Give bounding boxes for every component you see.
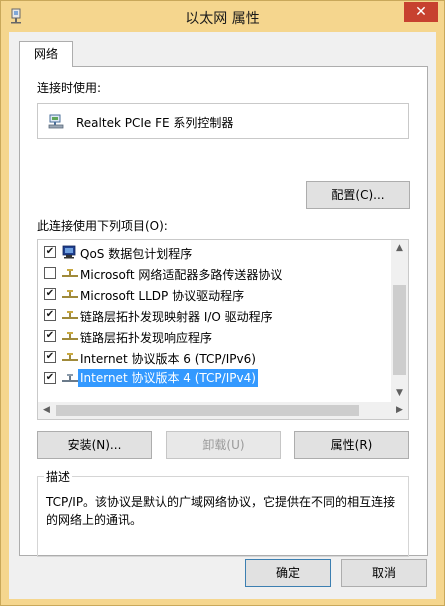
network-adapter-icon	[48, 114, 64, 129]
network-tab-panel: 连接时使用: Realtek PCIe FE 系列控制器 配置(C)... 此连…	[19, 66, 428, 557]
connect-using-label: 连接时使用:	[37, 81, 102, 95]
uninstall-button[interactable]: 卸载(U)	[166, 431, 281, 459]
scroll-down-icon[interactable]: ▼	[391, 385, 408, 402]
description-text: TCP/IP。该协议是默认的广域网络协议，它提供在不同的相互连接的网络上的通讯。	[46, 495, 396, 527]
vertical-scrollbar[interactable]: ▲ ▼	[391, 240, 408, 402]
qos-icon	[62, 245, 76, 259]
tab-label: 网络	[33, 47, 58, 61]
protocol-icon	[62, 269, 78, 277]
description-group: 描述 TCP/IP。该协议是默认的广域网络协议，它提供在不同的相互连接的网络上的…	[37, 468, 409, 557]
protocol-icon	[62, 290, 78, 298]
cancel-button-label: 取消	[371, 566, 396, 580]
properties-button-label: 属性(R)	[330, 438, 373, 452]
properties-button[interactable]: 属性(R)	[294, 431, 409, 459]
checkbox[interactable]: ✔	[44, 288, 56, 300]
window-title: 以太网 属性	[185, 11, 260, 27]
title-bar[interactable]: 以太网 属性 ✕	[1, 1, 444, 32]
components-list[interactable]: ✔ QoS 数据包计划程序 Microsoft 网络适配器多路传送器协议 ✔ M…	[37, 239, 409, 420]
close-button[interactable]: ✕	[404, 2, 438, 22]
cancel-button[interactable]: 取消	[341, 559, 427, 587]
horizontal-scrollbar[interactable]: ◀ ▶	[38, 402, 408, 419]
list-item-label: Microsoft LLDP 协议驱动程序	[80, 289, 245, 303]
list-item-label: Internet 协议版本 4 (TCP/IPv4)	[78, 369, 258, 387]
dialog-client-area: 网络 连接时使用: Realtek PCIe FE 系列控制器 配置(C)...…	[9, 32, 436, 599]
uninstall-button-label: 卸载(U)	[202, 438, 245, 452]
checkbox[interactable]: ✔	[44, 246, 56, 258]
list-item[interactable]: Microsoft 网络适配器多路传送器协议	[38, 263, 390, 284]
list-item[interactable]: ✔ 链路层拓扑发现映射器 I/O 驱动程序	[38, 305, 390, 326]
list-item[interactable]: ✔ 链路层拓扑发现响应程序	[38, 326, 390, 347]
list-item-label: Internet 协议版本 6 (TCP/IPv6)	[80, 352, 256, 366]
list-item-label: QoS 数据包计划程序	[80, 247, 193, 261]
ok-button[interactable]: 确定	[245, 559, 331, 587]
checkbox[interactable]: ✔	[44, 330, 56, 342]
horizontal-scroll-thumb[interactable]	[56, 405, 359, 416]
properties-window: 以太网 属性 ✕ 网络 连接时使用: Realtek PCIe FE 系列控制器…	[0, 0, 445, 606]
adapter-name: Realtek PCIe FE 系列控制器	[76, 116, 234, 130]
configure-button[interactable]: 配置(C)...	[306, 181, 410, 209]
list-item[interactable]: ✔ Microsoft LLDP 协议驱动程序	[38, 284, 390, 305]
scroll-right-icon[interactable]: ▶	[391, 402, 408, 419]
list-item-selected[interactable]: ✔ Internet 协议版本 4 (TCP/IPv4)	[38, 368, 390, 389]
checkbox[interactable]: ✔	[44, 351, 56, 363]
checkbox[interactable]: ✔	[44, 372, 56, 384]
adapter-box: Realtek PCIe FE 系列控制器	[37, 103, 409, 139]
checkbox[interactable]: ✔	[44, 309, 56, 321]
list-item-label: Microsoft 网络适配器多路传送器协议	[80, 268, 283, 282]
scroll-up-icon[interactable]: ▲	[391, 240, 408, 257]
list-item-label: 链路层拓扑发现响应程序	[80, 331, 213, 345]
vertical-scroll-thumb[interactable]	[393, 285, 406, 375]
install-button-label: 安装(N)...	[67, 438, 122, 452]
configure-button-label: 配置(C)...	[331, 188, 385, 202]
description-title: 描述	[44, 468, 73, 485]
protocol-icon	[62, 374, 78, 382]
ok-button-label: 确定	[275, 566, 300, 580]
protocol-icon	[62, 353, 78, 361]
list-item[interactable]: ✔ QoS 数据包计划程序	[38, 242, 390, 263]
list-item-label: 链路层拓扑发现映射器 I/O 驱动程序	[80, 310, 273, 324]
tab-network[interactable]: 网络	[19, 41, 73, 67]
close-icon: ✕	[415, 4, 427, 20]
protocol-icon	[62, 332, 78, 340]
items-label: 此连接使用下列项目(O):	[37, 219, 168, 233]
scroll-left-icon[interactable]: ◀	[38, 402, 55, 419]
install-button[interactable]: 安装(N)...	[37, 431, 152, 459]
list-item[interactable]: ✔ Internet 协议版本 6 (TCP/IPv6)	[38, 347, 390, 368]
protocol-icon	[62, 311, 78, 319]
checkbox[interactable]	[44, 267, 56, 279]
